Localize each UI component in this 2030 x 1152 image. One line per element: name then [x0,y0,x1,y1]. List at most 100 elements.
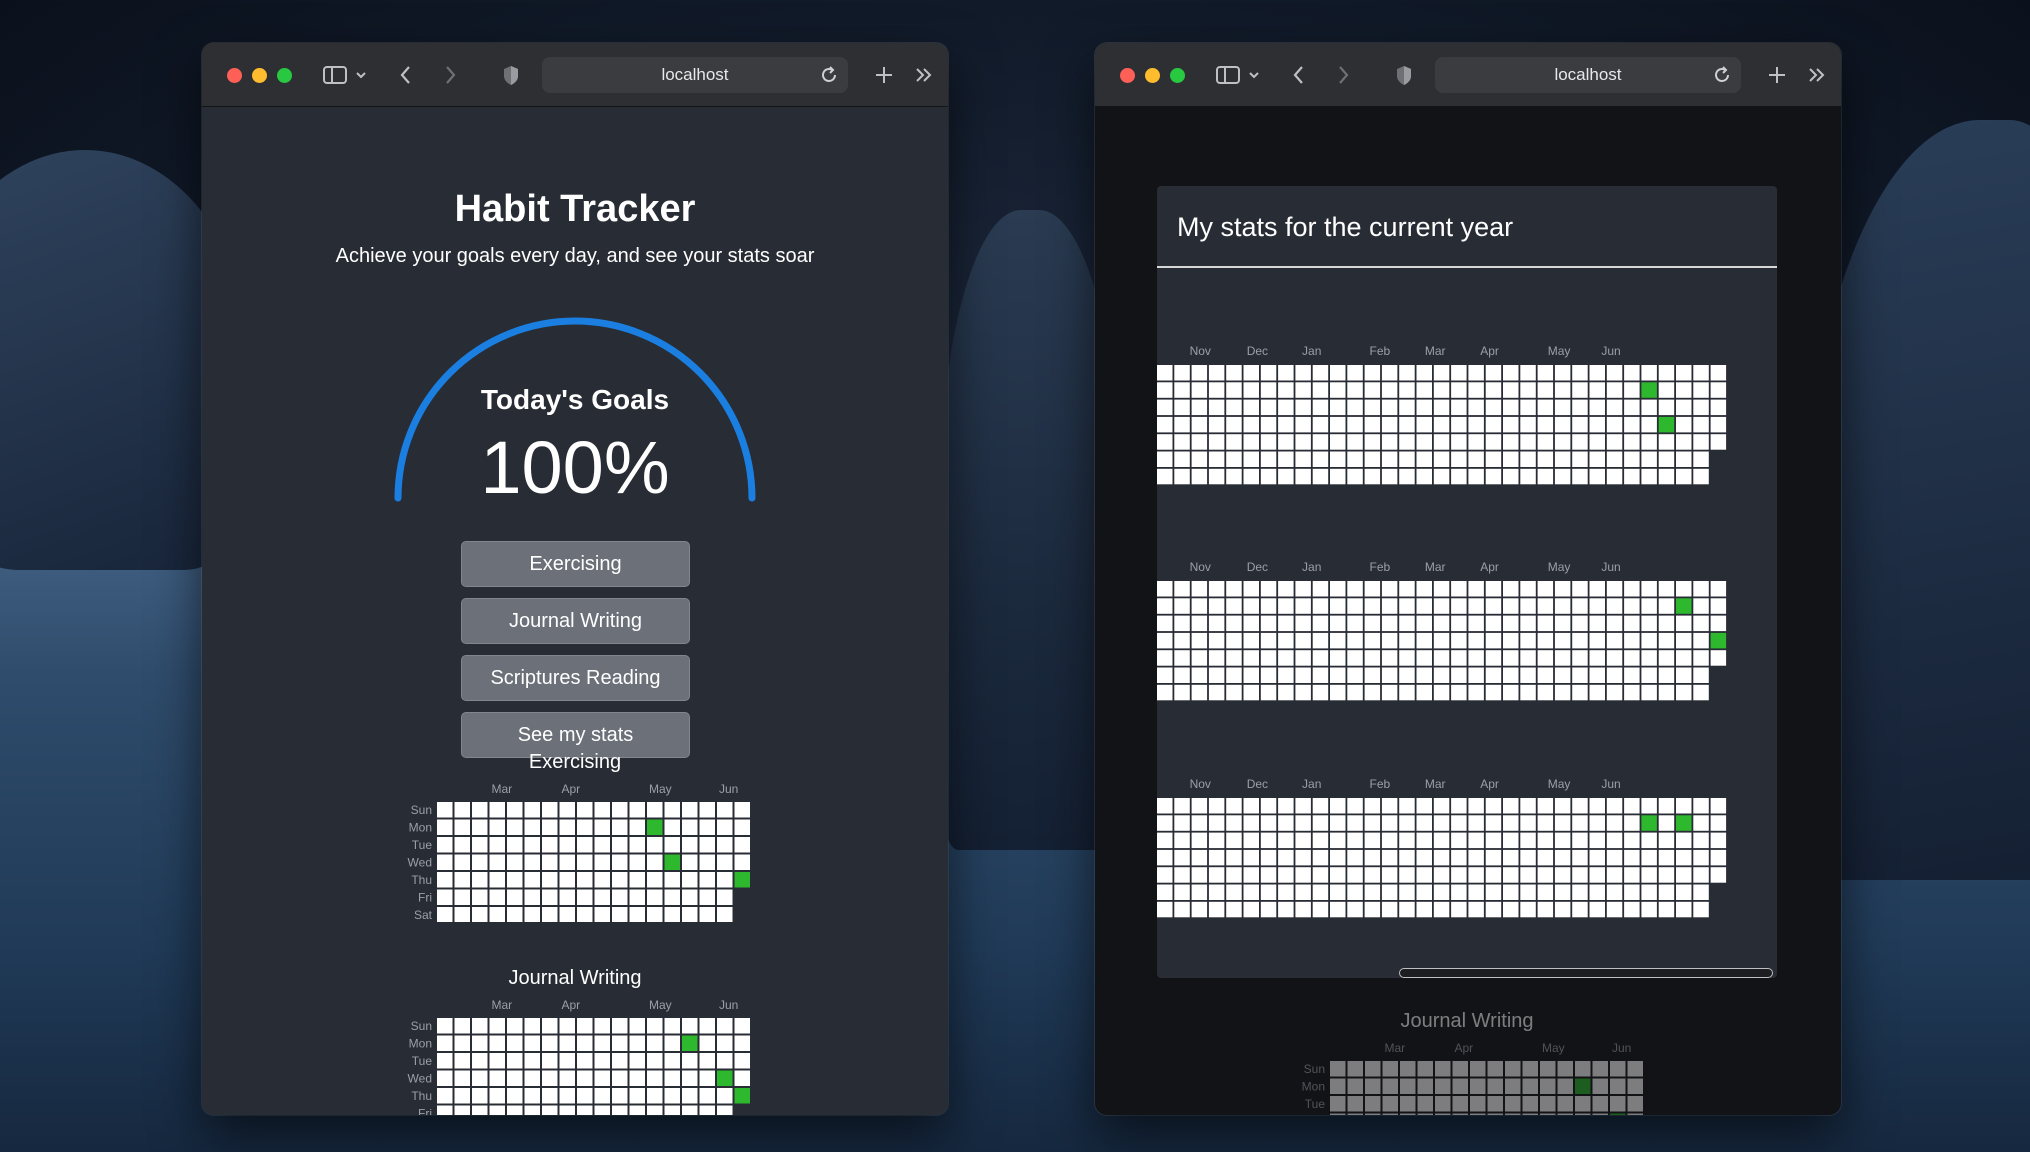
day-cell [1364,399,1381,416]
day-cell [1433,867,1450,883]
more-tabs-icon[interactable] [1807,61,1827,89]
day-cell [1382,1078,1398,1094]
new-tab-icon[interactable] [874,61,894,89]
horizontal-scrollbar[interactable] [1399,968,1773,978]
more-tabs-icon[interactable] [914,61,934,89]
day-cell [1468,884,1484,900]
month-label: May [649,782,672,796]
day-cell [1710,867,1727,883]
zoom-window-button[interactable] [1170,68,1185,83]
day-cell [1157,598,1173,614]
day-cell [664,837,680,853]
day-cell [1433,650,1450,666]
day-cell [489,854,505,870]
chevron-down-icon[interactable] [354,61,368,89]
day-cell [1260,416,1277,433]
day-cell [1589,615,1605,632]
day-cell [1606,434,1623,450]
day-cell [1468,615,1484,632]
day-cell [1347,1096,1363,1112]
day-cell [1381,598,1398,614]
day-cell [1330,365,1346,381]
day-cell-done [647,819,663,835]
day-cell [1416,434,1432,450]
day-cell [1399,815,1415,831]
day-cell [1468,434,1484,450]
address-text: localhost [661,65,729,84]
day-cell [1658,434,1675,450]
day-cell [1243,598,1259,614]
day-cell [1485,615,1502,632]
day-cell [1451,849,1467,866]
day-cell [1589,867,1605,883]
zoom-window-button[interactable] [277,68,292,83]
day-cell [594,854,610,870]
month-label: May [1548,777,1571,791]
exercising-button[interactable]: Exercising [461,541,690,587]
day-cell [1243,468,1259,485]
day-cell [577,907,593,922]
day-cell [1243,615,1259,632]
day-cell [454,1070,470,1086]
day-cell [489,1035,505,1051]
forward-icon[interactable] [442,61,458,89]
day-cell [1295,632,1311,649]
sidebar-icon[interactable] [322,61,348,89]
day-cell [1278,581,1294,597]
day-cell [1191,468,1208,485]
day-cell [1347,581,1363,597]
day-cell [1243,667,1259,683]
day-cell [489,1088,505,1104]
day-cell [489,1053,505,1069]
day-cell [1399,684,1415,701]
day-cell [1330,684,1346,701]
day-cell [734,1018,750,1034]
day-cell [1624,468,1640,485]
day-cell [1710,581,1727,597]
minimize-window-button[interactable] [252,68,267,83]
minimize-window-button[interactable] [1145,68,1160,83]
day-cell [1381,451,1398,467]
day-cell [1658,901,1675,918]
day-cell [1624,382,1640,398]
reload-icon[interactable] [1713,65,1731,90]
day-cell [1624,615,1640,632]
day-cell [1417,1061,1433,1077]
day-cell [1260,598,1277,614]
address-bar[interactable]: localhost [542,57,848,93]
day-cell [1433,382,1450,398]
privacy-shield-icon[interactable] [1395,61,1413,89]
day-cell [699,837,715,853]
close-window-button[interactable] [1120,68,1135,83]
day-cell [1468,815,1484,831]
day-cell [1503,416,1519,433]
journal-writing-button[interactable]: Journal Writing [461,598,690,644]
forward-icon[interactable] [1335,61,1351,89]
back-icon[interactable] [1291,61,1307,89]
new-tab-icon[interactable] [1767,61,1787,89]
sidebar-icon[interactable] [1215,61,1241,89]
day-cell [524,1053,540,1069]
chevron-down-icon[interactable] [1247,61,1261,89]
day-cell [1540,1113,1556,1115]
day-cell [629,1035,645,1051]
reload-icon[interactable] [820,65,838,90]
day-cell [542,1018,558,1034]
day-cell [1503,901,1519,918]
day-cell [472,1035,488,1051]
day-cell [1520,598,1536,614]
privacy-shield-icon[interactable] [502,61,520,89]
day-cell [1381,849,1398,866]
day-cell [1330,434,1346,450]
close-window-button[interactable] [227,68,242,83]
scriptures-reading-button[interactable]: Scriptures Reading [461,655,690,701]
day-cell [1226,832,1242,849]
back-icon[interactable] [398,61,414,89]
address-bar[interactable]: localhost [1435,57,1741,93]
day-cell [1606,901,1623,918]
day-cell [1243,650,1259,666]
day-cell [1191,815,1208,831]
day-cell [1399,598,1415,614]
day-cell [1693,832,1709,849]
day-cell [1278,684,1294,701]
